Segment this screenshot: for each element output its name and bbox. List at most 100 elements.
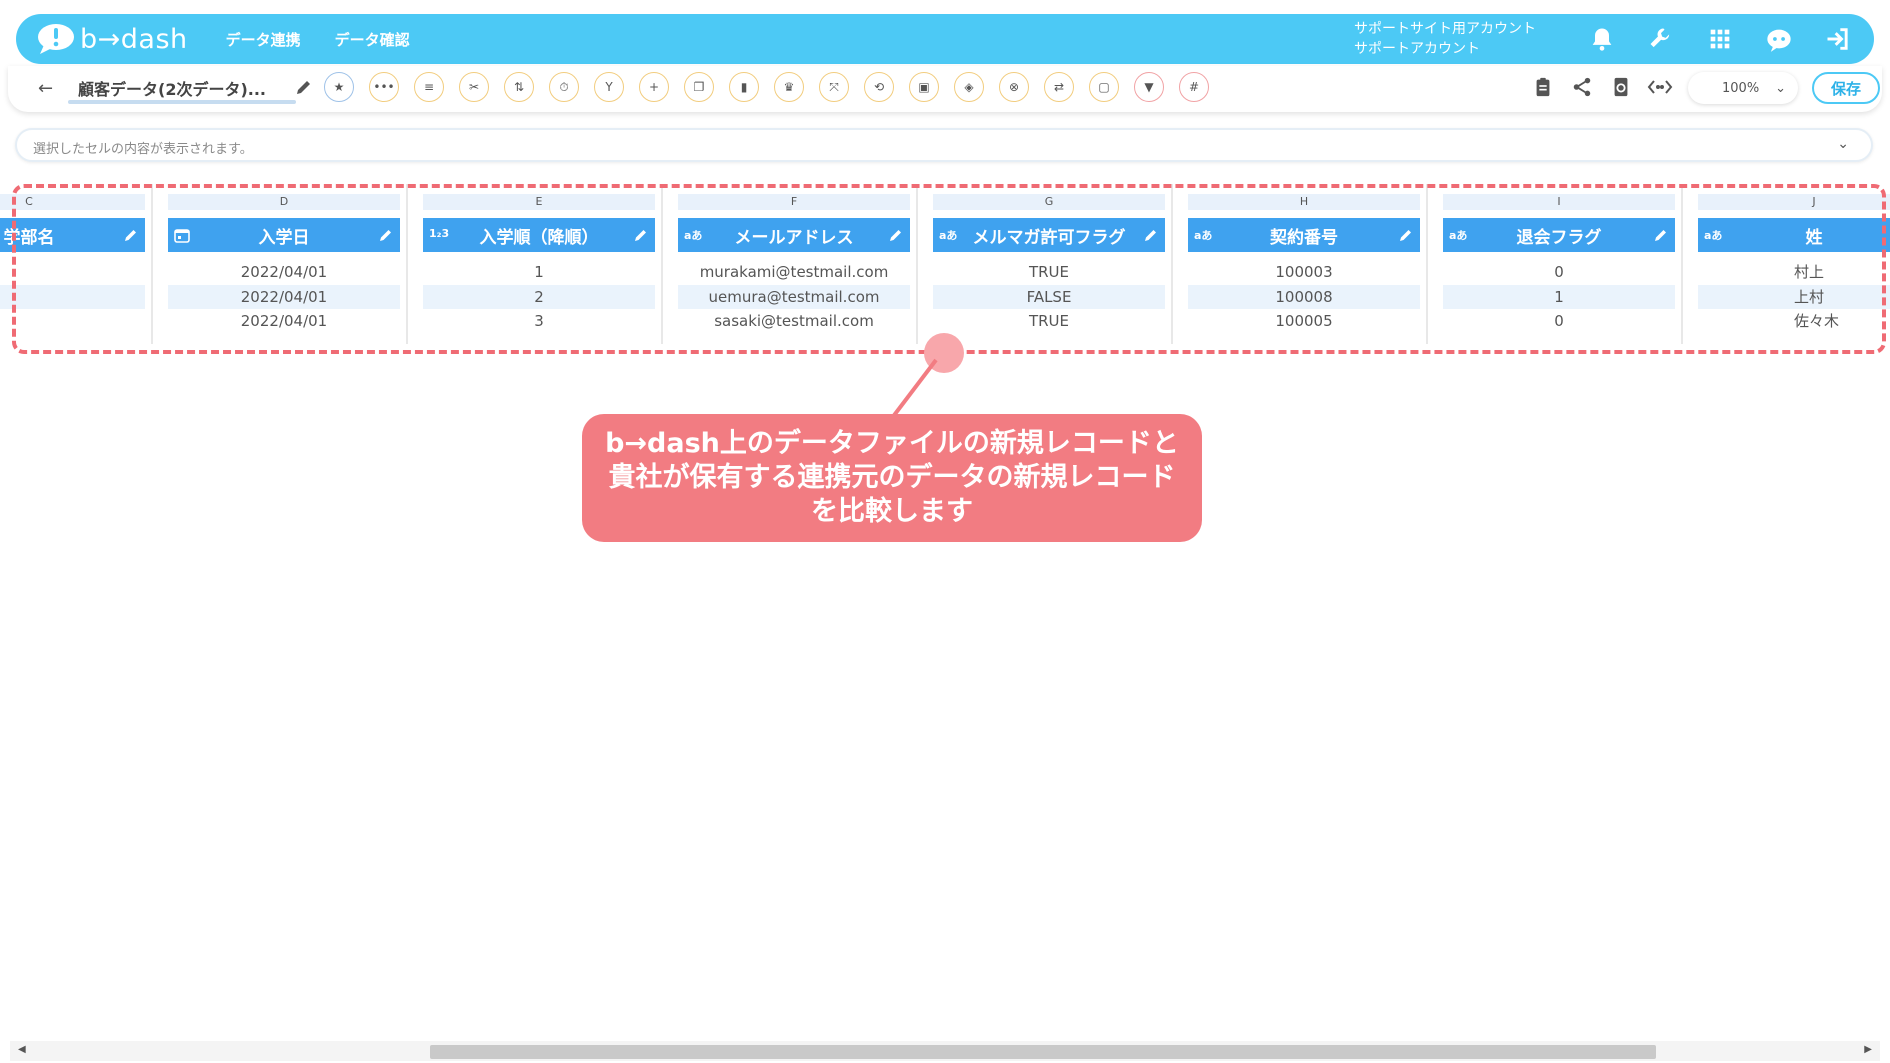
table-cell[interactable]: murakami@testmail.com <box>678 260 910 284</box>
chevron-down-icon[interactable]: ⌄ <box>1837 136 1849 152</box>
grid-column: Jaあ 姓村上 上村 佐々木 <box>1690 184 1890 344</box>
grid-column: D 入学日 2022/04/01 2022/04/01 2022/04/01 <box>160 184 408 344</box>
zoom-select[interactable]: 100% ⌄ <box>1688 72 1798 104</box>
grid-column: Iaあ 退会フラグ 0 1 0 <box>1435 184 1683 344</box>
horizontal-scrollbar[interactable]: ◀ ▶ <box>10 1041 1880 1061</box>
table-cell[interactable]: 1 <box>423 260 655 284</box>
column-letter[interactable]: H <box>1188 194 1420 210</box>
edit-pencil-icon[interactable] <box>633 227 649 243</box>
table-cell[interactable]: 100003 <box>1188 260 1420 284</box>
edit-pencil-icon[interactable] <box>1143 227 1159 243</box>
callout-line-1: b→dash上のデータファイルの新規レコードと <box>605 428 1179 459</box>
scroll-right-icon[interactable]: ▶ <box>1864 1044 1872 1055</box>
scrollbar-thumb[interactable] <box>430 1045 1656 1059</box>
table-cell[interactable]: 村上 <box>1698 260 1890 284</box>
bell-icon[interactable] <box>1582 19 1622 59</box>
frame-icon[interactable]: ▢ <box>1089 72 1119 102</box>
hash-icon[interactable]: # <box>1179 72 1209 102</box>
refresh-file-icon[interactable] <box>1608 74 1634 100</box>
wrench-icon[interactable] <box>1641 19 1681 59</box>
column-header[interactable]: aあ 退会フラグ <box>1443 218 1675 252</box>
edit-pencil-icon[interactable] <box>1653 227 1669 243</box>
edit-pencil-icon[interactable] <box>1398 227 1414 243</box>
table-cell[interactable]: 経済学部 <box>0 260 145 284</box>
rename-pencil-icon[interactable] <box>294 77 314 97</box>
merge-icon[interactable]: Y <box>594 72 624 102</box>
column-letter[interactable]: E <box>423 194 655 210</box>
trash-icon[interactable]: ▮ <box>729 72 759 102</box>
lock-icon[interactable]: ▣ <box>909 72 939 102</box>
column-letter[interactable]: C <box>0 194 145 210</box>
table-cell[interactable]: 0 <box>1443 260 1675 284</box>
filter-icon[interactable]: ▼ <box>1134 72 1164 102</box>
crown-icon[interactable]: ♛ <box>774 72 804 102</box>
repeat-icon[interactable]: ⟲ <box>864 72 894 102</box>
table-cell[interactable]: FALSE <box>933 284 1165 309</box>
column-name: 姓 <box>1805 227 1823 248</box>
table-cell[interactable]: 2022/04/01 <box>168 260 400 284</box>
table-cell[interactable]: 教育学部 <box>0 309 145 333</box>
nav-data-check[interactable]: データ確認 <box>335 29 410 50</box>
column-header[interactable]: 学部名 <box>0 218 145 252</box>
edit-pencil-icon[interactable] <box>888 227 904 243</box>
table-cell[interactable]: 3 <box>423 309 655 333</box>
logo[interactable]: b→dash <box>36 23 188 55</box>
table-cell[interactable]: 2022/04/01 <box>168 309 400 333</box>
edit-pencil-icon[interactable] <box>123 227 139 243</box>
expand-icon[interactable]: ⤧ <box>819 72 849 102</box>
column-name: メルマガ許可フラグ <box>972 227 1126 248</box>
package-icon[interactable]: ◈ <box>954 72 984 102</box>
table-cell[interactable]: TRUE <box>933 260 1165 284</box>
table-cell[interactable]: 100008 <box>1188 284 1420 309</box>
table-cell[interactable]: 0 <box>1443 309 1675 333</box>
column-header[interactable]: aあ メールアドレス <box>678 218 910 252</box>
support-bot-icon[interactable] <box>1759 19 1799 59</box>
table-cell[interactable]: 上村 <box>1698 284 1890 309</box>
column-letter[interactable]: G <box>933 194 1165 210</box>
account-info[interactable]: サポートサイト用アカウント サポートアカウント <box>1354 19 1536 59</box>
scroll-left-icon[interactable]: ◀ <box>18 1044 26 1055</box>
star-icon[interactable]: ★ <box>324 72 354 102</box>
table-cell[interactable]: 2022/04/01 <box>168 284 400 309</box>
tools-icon[interactable]: ✂ <box>459 72 489 102</box>
more-icon[interactable]: ••• <box>369 72 399 102</box>
table-cell[interactable]: sasaki@testmail.com <box>678 309 910 333</box>
add-icon[interactable]: + <box>639 72 669 102</box>
table-cell[interactable]: 佐々木 <box>1698 309 1890 333</box>
apps-grid-icon[interactable] <box>1700 19 1740 59</box>
column-header[interactable]: aあ 契約番号 <box>1188 218 1420 252</box>
save-button[interactable]: 保存 <box>1812 72 1880 104</box>
clipboard-icon[interactable] <box>1530 74 1556 100</box>
edit-pencil-icon[interactable] <box>378 227 394 243</box>
column-letter[interactable]: F <box>678 194 910 210</box>
column-name: 学部名 <box>3 227 55 248</box>
table-cell[interactable]: 1 <box>1443 284 1675 309</box>
transform-icon[interactable]: ⇅ <box>504 72 534 102</box>
table-cell[interactable]: TRUE <box>933 309 1165 333</box>
column-letter[interactable]: I <box>1443 194 1675 210</box>
column-header[interactable]: aあ メルマガ許可フラグ <box>933 218 1165 252</box>
copy-icon[interactable]: ❐ <box>684 72 714 102</box>
table-cell[interactable]: 100005 <box>1188 309 1420 333</box>
column-header[interactable]: 1₂3 入学順（降順） <box>423 218 655 252</box>
grid-column: C 学部名経済学部医学部教育学部 <box>0 184 153 344</box>
file-name[interactable]: 顧客データ(2次データ)... <box>78 76 266 100</box>
nav-data-link[interactable]: データ連携 <box>226 29 301 50</box>
swap-icon[interactable]: ⇄ <box>1044 72 1074 102</box>
code-icon[interactable] <box>1647 74 1673 100</box>
column-letter[interactable]: D <box>168 194 400 210</box>
logout-icon[interactable] <box>1818 19 1858 59</box>
table-cell[interactable]: 2 <box>423 284 655 309</box>
cancel-circle-icon[interactable]: ⊗ <box>999 72 1029 102</box>
list-icon[interactable]: ≡ <box>414 72 444 102</box>
back-arrow-icon[interactable]: ← <box>38 78 53 99</box>
column-header[interactable]: aあ 姓 <box>1698 218 1890 252</box>
timer-icon[interactable]: ⏱ <box>549 72 579 102</box>
app-root: b→dash データ連携 データ確認 サポートサイト用アカウント サポートアカウ… <box>0 0 1890 1063</box>
column-letter[interactable]: J <box>1698 194 1890 210</box>
share-icon[interactable] <box>1569 74 1595 100</box>
table-cell[interactable]: 医学部 <box>0 284 145 309</box>
cell-content-bar[interactable]: 選択したセルの内容が表示されます。 ⌄ <box>15 128 1873 162</box>
column-header[interactable]: 入学日 <box>168 218 400 252</box>
table-cell[interactable]: uemura@testmail.com <box>678 284 910 309</box>
